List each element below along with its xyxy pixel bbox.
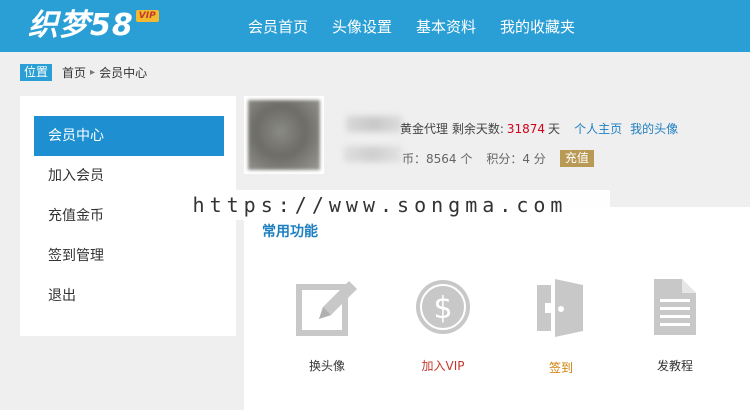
breadcrumb-home[interactable]: 首页 bbox=[62, 64, 86, 81]
svg-text:$: $ bbox=[433, 291, 452, 326]
sidebar-item-signin-management[interactable]: 签到管理 bbox=[34, 236, 224, 276]
points-balance: 积分：4 分 bbox=[486, 152, 546, 166]
recharge-button[interactable]: 充值 bbox=[559, 150, 594, 167]
personal-homepage-link[interactable]: 个人主页 bbox=[574, 120, 622, 137]
site-logo[interactable]: 织梦58 VIP bbox=[28, 6, 159, 46]
blurred-username bbox=[346, 116, 402, 132]
logo-text: 织梦58 bbox=[28, 8, 134, 43]
function-label-post-tutorial: 发教程 bbox=[656, 359, 693, 373]
document-icon bbox=[654, 279, 696, 335]
nav-avatar-settings[interactable]: 头像设置 bbox=[328, 16, 396, 37]
avatar-image bbox=[248, 100, 320, 170]
open-door-icon bbox=[537, 279, 583, 337]
sidebar-item-logout[interactable]: 退出 bbox=[34, 276, 224, 316]
function-label-change-avatar: 换头像 bbox=[308, 359, 345, 373]
vip-badge: VIP bbox=[135, 10, 159, 22]
nav-basic-profile[interactable]: 基本资料 bbox=[412, 16, 480, 37]
nav-favorites[interactable]: 我的收藏夹 bbox=[496, 16, 579, 37]
avatar[interactable] bbox=[244, 96, 324, 174]
dollar-coin-icon: $ bbox=[416, 280, 470, 334]
days-unit: 天 bbox=[548, 122, 561, 136]
panel-title: 常用功能 bbox=[262, 224, 318, 240]
blurred-coin-label bbox=[344, 146, 402, 162]
membership-level: 黄金代理 剩余天数: bbox=[400, 122, 504, 136]
breadcrumb-separator: ▸ bbox=[90, 66, 96, 78]
top-header: 织梦58 VIP 会员首页 头像设置 基本资料 我的收藏夹 bbox=[0, 0, 750, 52]
function-change-avatar[interactable]: 换头像 bbox=[282, 277, 372, 374]
function-join-vip[interactable]: $ 加入VIP bbox=[398, 277, 488, 374]
function-label-join-vip: 加入VIP bbox=[421, 359, 465, 373]
location-badge: 位置 bbox=[20, 63, 53, 81]
sidebar-item-member-center[interactable]: 会员中心 bbox=[34, 116, 224, 156]
watermark-banner: https://www.songma.com bbox=[150, 190, 610, 220]
main-nav: 会员首页 头像设置 基本资料 我的收藏夹 bbox=[236, 0, 587, 52]
breadcrumb-member-center[interactable]: 会员中心 bbox=[99, 64, 147, 81]
function-sign-in[interactable]: 签到 bbox=[516, 277, 606, 376]
function-label-sign-in: 签到 bbox=[548, 361, 573, 375]
edit-icon bbox=[296, 281, 357, 336]
days-remaining: 31874 bbox=[506, 121, 546, 136]
common-functions-panel: 常用功能 换头像 $ 加入VIP 签到 发教程 bbox=[244, 207, 750, 410]
my-avatar-link[interactable]: 我的头像 bbox=[630, 120, 678, 137]
nav-member-home[interactable]: 会员首页 bbox=[244, 16, 312, 37]
function-post-tutorial[interactable]: 发教程 bbox=[630, 277, 720, 374]
profile-card: 黄金代理 剩余天数: 31874 天 个人主页 我的头像 币：8564 个 积分… bbox=[244, 96, 750, 176]
membership-info: 黄金代理 剩余天数: 31874 天 个人主页 我的头像 bbox=[400, 120, 678, 137]
coins-balance: 币：8564 个 bbox=[402, 152, 473, 166]
balance-info: 币：8564 个 积分：4 分 充值 bbox=[402, 150, 594, 167]
breadcrumb: 位置 首页 ▸ 会员中心 bbox=[20, 63, 147, 81]
